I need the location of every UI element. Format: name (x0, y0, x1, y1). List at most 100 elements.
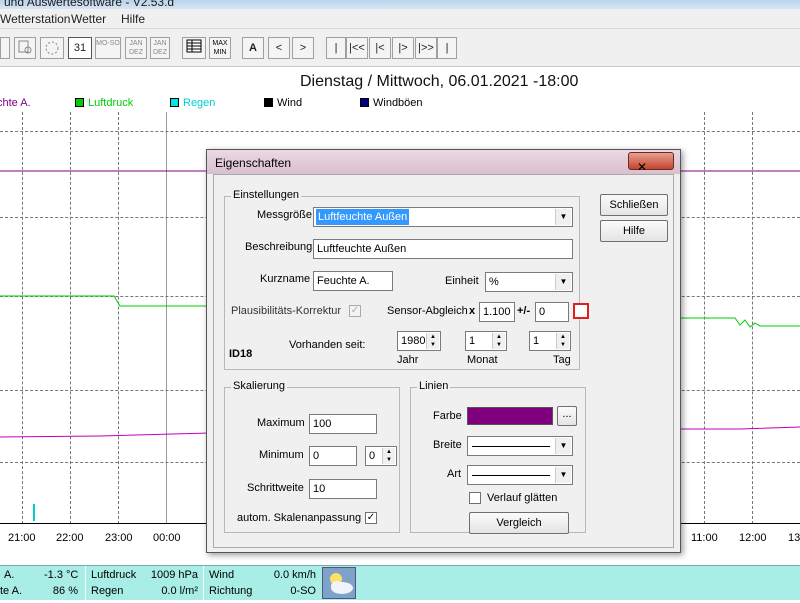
messgroesse-select[interactable]: Luftfeuchte Außen ▼ (313, 207, 573, 227)
x-tick-label: 00:00 (153, 532, 181, 544)
back-step-button[interactable]: |< (369, 37, 391, 59)
smooth-checkbox[interactable] (469, 492, 481, 504)
close-icon: ✕ (637, 160, 648, 174)
schrittweite-label: Schrittweite (247, 482, 304, 494)
x-tick-label: 23:00 (105, 532, 133, 544)
status-label: te A. (0, 585, 23, 597)
series-line-feuchte-lower-right (680, 426, 800, 430)
kurzname-label: Kurzname (260, 273, 311, 285)
forward-step-button[interactable]: |> (392, 37, 414, 59)
year-stepper[interactable]: 1980 ▲ ▼ (397, 331, 441, 351)
spin-arrows-icon[interactable]: ▲ ▼ (492, 333, 505, 349)
circle-icon-button[interactable] (40, 37, 64, 59)
plausibility-checkbox[interactable]: ✓ (349, 305, 361, 317)
sensor-factor-input[interactable]: 1.100 (479, 302, 515, 322)
month-value: 1 (469, 335, 476, 347)
minimum-spin-value: 0 (369, 450, 376, 462)
compare-button[interactable]: Vergleich (469, 512, 569, 534)
minimum-label: Minimum (259, 449, 304, 461)
monat-label: Monat (467, 354, 498, 366)
status-wind-value: 0.0 km/h (273, 569, 316, 581)
x-tick-label: 12:00 (739, 532, 767, 544)
art-label: Art (447, 468, 462, 480)
menu-wetterstation[interactable]: Wetterstation (0, 12, 70, 26)
x-tick-label: 22:00 (56, 532, 84, 544)
line-width-preview (472, 446, 550, 447)
minimum-input[interactable]: 0 (309, 446, 357, 466)
table-view-button[interactable] (182, 37, 206, 59)
week-view-button[interactable]: MO-SO (95, 37, 121, 59)
series-line-feuchte-lower (0, 432, 211, 438)
calendar-day-icon: 31 (73, 42, 87, 54)
prev-button[interactable]: < (268, 37, 290, 59)
day-stepper[interactable]: 1 ▲ ▼ (529, 331, 571, 351)
sensor-id: ID18 (229, 348, 253, 360)
chevron-down-icon: ▼ (555, 467, 571, 483)
year-value: 1980 (401, 335, 426, 347)
sensor-abgleich-label: Sensor-Abgleich (387, 305, 468, 317)
offset-indicator-box[interactable] (573, 303, 589, 319)
color-picker-button[interactable]: ... (557, 406, 577, 426)
series-line-luftdruck (0, 295, 210, 307)
font-button[interactable]: A (242, 37, 264, 59)
beschreibung-input[interactable]: Luftfeuchte Außen (313, 239, 573, 259)
spin-arrows-icon[interactable]: ▲ ▼ (382, 448, 395, 464)
auto-scale-label: autom. Skalenanpassung (237, 512, 362, 524)
forward-fast-button[interactable]: |>> (415, 37, 437, 59)
toolbar-cut-button[interactable] (0, 37, 10, 59)
vorhanden-label: Vorhanden seit: (289, 339, 366, 351)
day-view-button[interactable]: 31 (68, 37, 92, 59)
settings-group: Einstellungen Messgröße Luftfeuchte Auße… (224, 189, 589, 370)
chevron-down-icon: ▼ (555, 209, 571, 225)
sensor-icon (18, 40, 32, 54)
next-button[interactable]: > (292, 37, 314, 59)
close-button[interactable]: Schließen (600, 194, 668, 216)
minimum-stepper[interactable]: 0 ▲ ▼ (365, 446, 397, 466)
einheit-select[interactable]: % ▼ (485, 272, 573, 292)
menu-wetter[interactable]: Wetter (71, 12, 106, 26)
menu-hilfe[interactable]: Hilfe (121, 12, 145, 26)
schrittweite-input[interactable]: 10 (309, 479, 377, 499)
messgroesse-value: Luftfeuchte Außen (316, 209, 410, 225)
help-button[interactable]: Hilfe (600, 220, 668, 242)
status-label: Richtung (209, 585, 253, 597)
line-color-swatch[interactable] (467, 407, 553, 425)
dialog-titlebar[interactable]: Eigenschaften ✕ (207, 150, 680, 174)
last-button[interactable]: | (437, 37, 457, 59)
status-label: A. (4, 569, 15, 581)
auto-scale-checkbox[interactable]: ✓ (365, 512, 377, 524)
day-value: 1 (533, 335, 540, 347)
month-stepper[interactable]: 1 ▲ ▼ (465, 331, 507, 351)
lines-group-title: Linien (417, 380, 451, 392)
weather-forecast-icon (322, 567, 356, 599)
factor-x-label: x (469, 305, 476, 317)
spin-arrows-icon[interactable]: ▲ ▼ (556, 333, 569, 349)
dialog-title: Eigenschaften (215, 156, 292, 170)
sensor-icon-button[interactable] (14, 37, 36, 59)
first-button[interactable]: | (326, 37, 346, 59)
dialog-close-button[interactable]: ✕ (628, 152, 674, 174)
plausibility-label: Plausibilitäts-Korrektur (231, 305, 342, 317)
spin-arrows-icon[interactable]: ▲ ▼ (426, 333, 439, 349)
year-compare-button[interactable]: JAN DEZ (150, 37, 170, 59)
lines-group: Linien Farbe ... Breite ▼ Art ▼ Verlauf … (410, 380, 586, 534)
maxmin-button[interactable]: MAX MIN (209, 37, 231, 59)
scaling-group: Skalierung Maximum 100 Minimum 0 0 ▲ ▼ Sc… (224, 380, 400, 533)
year-view-button[interactable]: JAN DEZ (125, 37, 147, 59)
status-separator (203, 566, 204, 601)
line-style-select[interactable]: ▼ (467, 465, 573, 485)
maximum-input[interactable]: 100 (309, 414, 377, 434)
series-line-luftdruck-right (680, 317, 800, 328)
sensor-offset-input[interactable]: 0 (535, 302, 569, 322)
line-width-select[interactable]: ▼ (467, 436, 573, 456)
back-fast-button[interactable]: |<< (346, 37, 368, 59)
chevron-down-icon: ▼ (555, 438, 571, 454)
x-tick-label: 13 (788, 532, 800, 544)
status-bar: A. te A. -1.3 °C 86 % Luftdruck Regen 10… (0, 565, 800, 601)
status-pressure-value: 1009 hPa (150, 569, 198, 581)
kurzname-input[interactable]: Feuchte A. (313, 271, 393, 291)
window-titlebar: und Auswertesoftware - V2.53.d (0, 0, 800, 9)
status-temp-value: -1.3 °C (44, 569, 79, 581)
status-separator (85, 566, 86, 601)
tag-label: Tag (553, 354, 571, 366)
